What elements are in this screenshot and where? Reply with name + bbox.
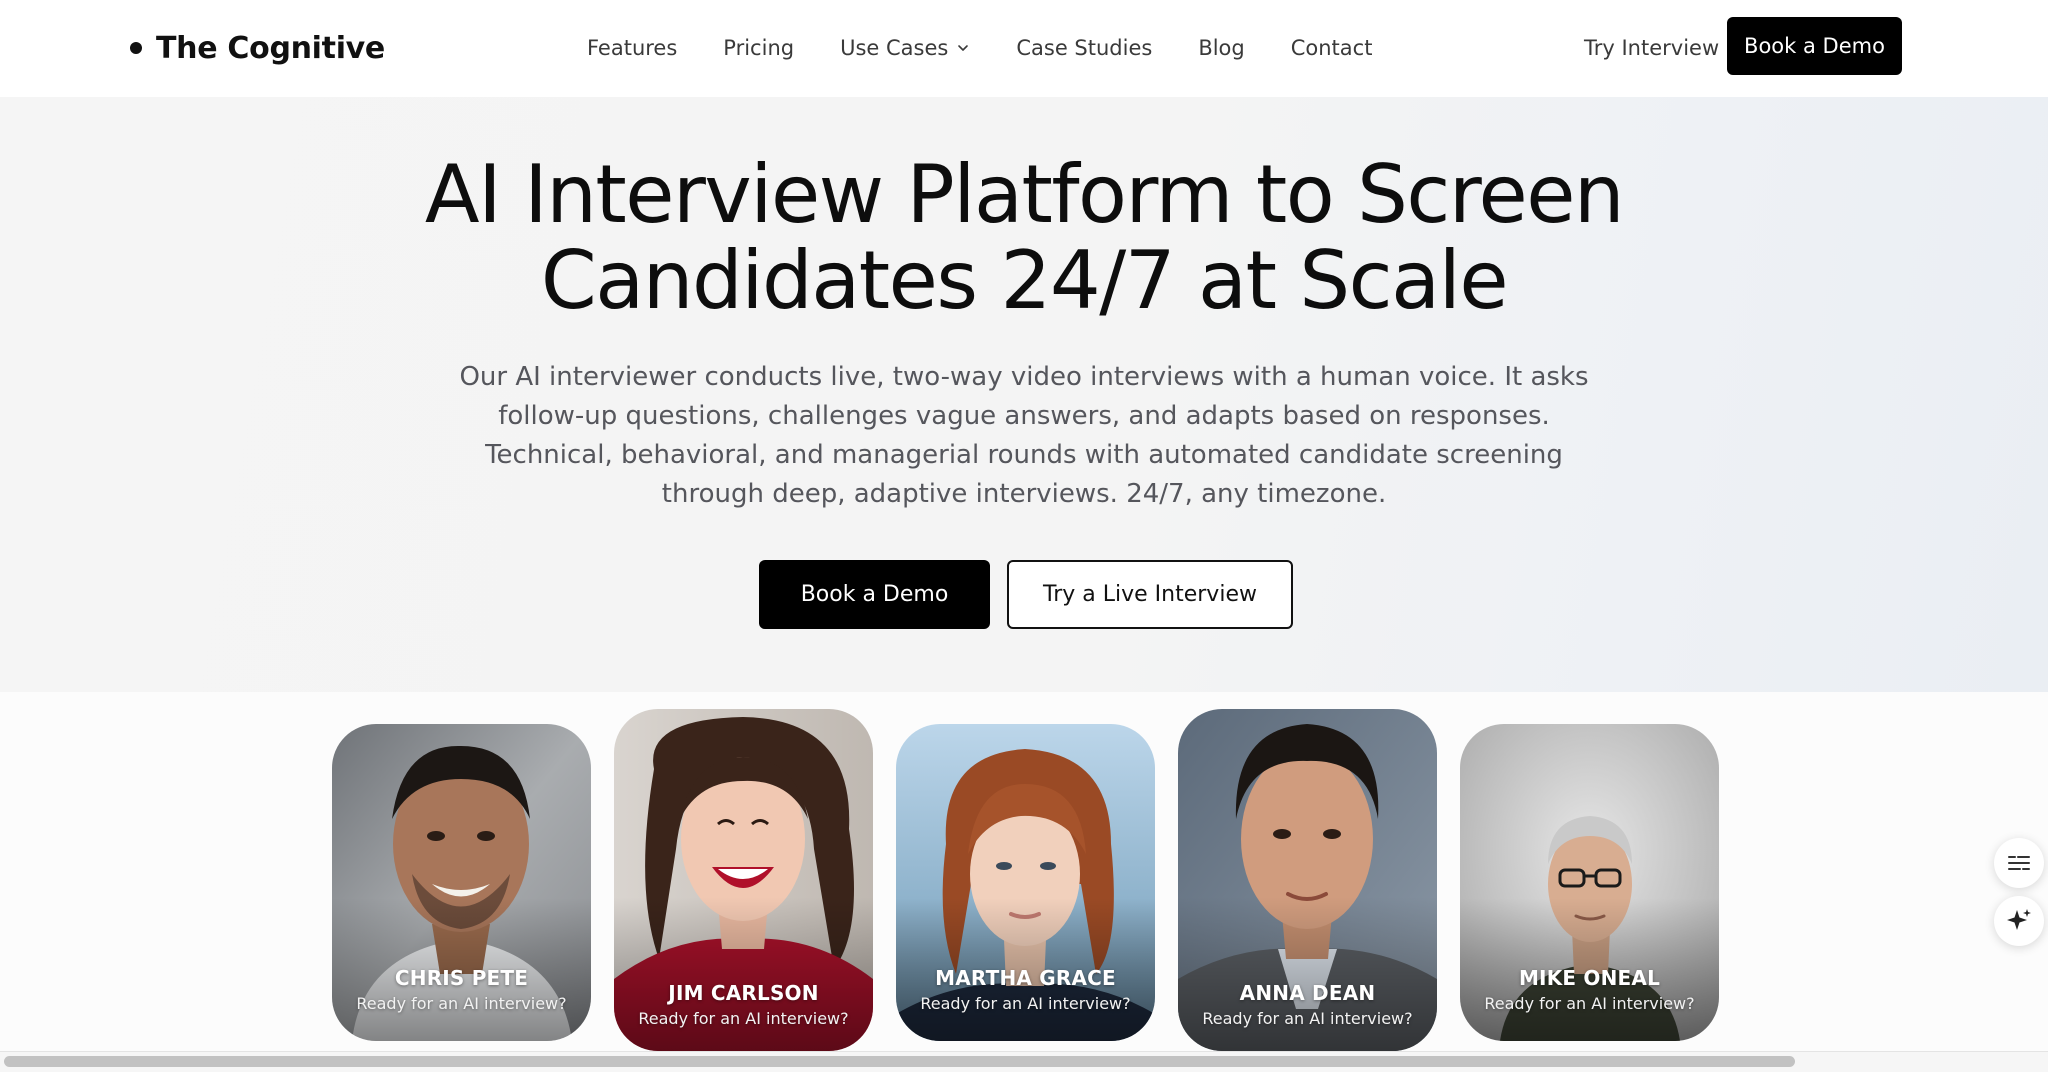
nav-contact[interactable]: Contact <box>1291 36 1373 60</box>
interviewer-caption: Ready for an AI interview? <box>1484 994 1695 1013</box>
brand-name: The Cognitive <box>156 30 385 66</box>
chevron-down-icon <box>958 45 969 51</box>
book-demo-header-button[interactable]: Book a Demo <box>1727 17 1902 75</box>
interviewer-card-mike-oneal[interactable]: MIKE ONEAL Ready for an AI interview? <box>1460 724 1719 1041</box>
interviewer-card-anna-dean[interactable]: ANNA DEAN Ready for an AI interview? <box>1178 709 1437 1051</box>
nav-use-cases-label: Use Cases <box>840 36 949 60</box>
interviewer-caption: Ready for an AI interview? <box>638 1009 849 1028</box>
nav-case-studies[interactable]: Case Studies <box>1016 36 1152 60</box>
hero-title-line-1: AI Interview Platform to Screen <box>424 148 1625 241</box>
try-live-interview-button[interactable]: Try a Live Interview <box>1007 560 1293 629</box>
captions-icon <box>2008 856 2030 870</box>
sparkle-icon <box>2007 909 2031 930</box>
nav-pricing[interactable]: Pricing <box>723 36 794 60</box>
logo-dot-icon <box>130 42 142 54</box>
nav-blog[interactable]: Blog <box>1198 36 1244 60</box>
interviewer-card-martha-grace[interactable]: MARTHA GRACE Ready for an AI interview? <box>896 724 1155 1041</box>
nav-use-cases[interactable]: Use Cases <box>840 36 970 60</box>
interviewer-card-jim-carlson[interactable]: JIM CARLSON Ready for an AI interview? <box>614 709 873 1051</box>
try-interview-link[interactable]: Try Interview <box>1584 28 1719 68</box>
interviewer-caption: Ready for an AI interview? <box>356 994 567 1013</box>
hero-title-line-2: Candidates 24/7 at Scale <box>540 234 1509 327</box>
interviewer-name: CHRIS PETE <box>394 966 529 990</box>
ai-assistant-button[interactable] <box>1994 896 2044 946</box>
interviewer-caption: Ready for an AI interview? <box>1202 1009 1413 1028</box>
interviewer-name: ANNA DEAN <box>1239 981 1376 1005</box>
interviewer-caption: Ready for an AI interview? <box>920 994 1131 1013</box>
brand-logo[interactable]: The Cognitive <box>130 28 385 68</box>
hero-subtitle: Our AI interviewer conducts live, two-wa… <box>459 362 1589 509</box>
interviewer-name: MIKE ONEAL <box>1518 966 1661 990</box>
book-demo-button[interactable]: Book a Demo <box>759 560 990 629</box>
interviewer-name: JIM CARLSON <box>668 981 819 1005</box>
interviewer-card-chris-pete[interactable]: CHRIS PETE Ready for an AI interview? <box>332 724 591 1041</box>
hero-title: AI Interview Platform to Screen Candidat… <box>324 152 1724 324</box>
site-header: The Cognitive Features Pricing Use Cases… <box>0 0 2048 97</box>
captions-widget-button[interactable] <box>1994 838 2044 888</box>
interviewer-name: MARTHA GRACE <box>935 966 1116 990</box>
horizontal-scrollbar-thumb[interactable] <box>4 1056 1795 1067</box>
main-nav: Features Pricing Use Cases Case Studies … <box>587 28 1372 68</box>
nav-features[interactable]: Features <box>587 36 677 60</box>
